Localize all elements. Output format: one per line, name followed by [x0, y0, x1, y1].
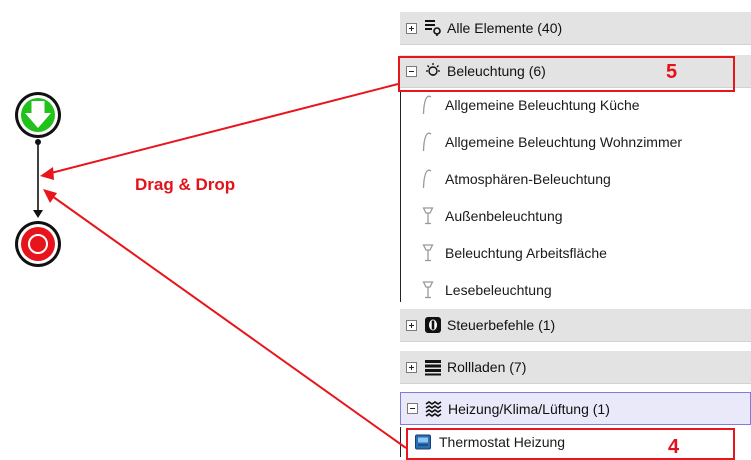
drag-arrow-lighting: [50, 83, 399, 174]
arrowhead-icon: [40, 167, 54, 180]
arrowhead-icon: [43, 189, 57, 203]
drag-arrow-thermostat: [51, 195, 407, 449]
drag-arrows: [40, 83, 407, 449]
